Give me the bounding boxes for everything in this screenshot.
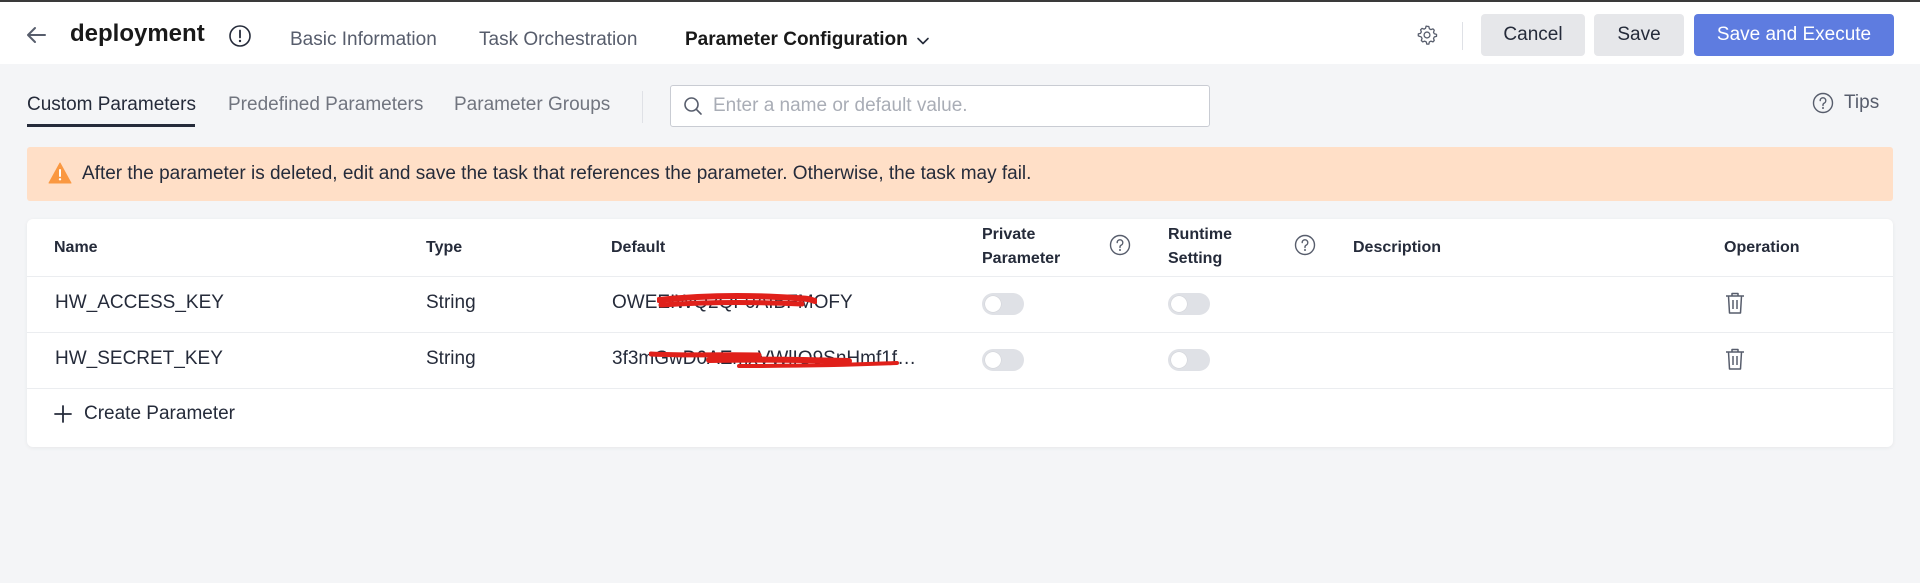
row-divider-line <box>27 332 1893 333</box>
gear-icon[interactable] <box>1416 24 1438 46</box>
column-header-name: Name <box>54 239 98 256</box>
subtab-divider <box>642 91 643 123</box>
param-name: HW_SECRET_KEY <box>55 348 223 369</box>
warning-alert: After the parameter is deleted, edit and… <box>27 147 1893 201</box>
header-divider-line <box>27 276 1893 277</box>
active-tab-indicator <box>27 124 195 127</box>
header-bar: deployment Basic Information Task Orches… <box>0 2 1920 64</box>
tab-task-orchestration[interactable]: Task Orchestration <box>479 29 637 51</box>
header-divider <box>1462 22 1463 50</box>
info-icon[interactable] <box>228 24 252 48</box>
search-icon <box>684 97 702 115</box>
column-header-private-parameter: Private Parameter <box>982 223 1060 271</box>
create-parameter-label: Create Parameter <box>84 403 236 424</box>
save-and-execute-button[interactable]: Save and Execute <box>1694 14 1894 56</box>
search-input[interactable] <box>713 86 1203 126</box>
private-parameter-toggle[interactable] <box>982 293 1024 315</box>
runtime-header-line1: Runtime <box>1168 226 1232 243</box>
back-arrow-icon[interactable] <box>24 23 48 47</box>
param-type: String <box>426 348 476 369</box>
runtime-setting-help-icon[interactable] <box>1294 234 1316 256</box>
save-button[interactable]: Save <box>1594 14 1684 56</box>
trash-icon[interactable] <box>1724 347 1746 371</box>
param-default: 3f3mGwD0AEmxVWlIO9SnHmf1f… <box>612 348 917 369</box>
cancel-button[interactable]: Cancel <box>1481 14 1585 56</box>
column-header-type: Type <box>426 239 463 256</box>
column-header-description: Description <box>1353 239 1442 256</box>
parameters-table: Name Type Default Private Parameter Runt… <box>27 219 1893 447</box>
tips-label: Tips <box>1844 92 1880 113</box>
column-header-runtime-setting: Runtime Setting <box>1168 223 1232 271</box>
private-header-line2: Parameter <box>982 250 1061 267</box>
column-header-operation: Operation <box>1724 239 1800 256</box>
alert-message: After the parameter is deleted, edit and… <box>82 163 1032 184</box>
chevron-down-icon[interactable] <box>916 34 930 48</box>
subtab-parameter-groups[interactable]: Parameter Groups <box>454 94 610 116</box>
column-header-default: Default <box>611 239 666 256</box>
create-parameter-button[interactable]: Create Parameter <box>53 403 235 425</box>
private-parameter-help-icon[interactable] <box>1109 234 1131 256</box>
param-name: HW_ACCESS_KEY <box>55 292 224 313</box>
tab-parameter-configuration[interactable]: Parameter Configuration <box>685 29 908 51</box>
trash-icon[interactable] <box>1724 291 1746 315</box>
plus-icon <box>54 405 72 423</box>
private-header-line1: Private <box>982 226 1036 243</box>
param-type: String <box>426 292 476 313</box>
search-box[interactable] <box>670 85 1210 127</box>
tips-link[interactable]: Tips <box>1812 92 1879 114</box>
tab-basic-information[interactable]: Basic Information <box>290 29 437 51</box>
runtime-setting-toggle[interactable] <box>1168 293 1210 315</box>
warning-icon <box>48 162 72 184</box>
runtime-header-line2: Setting <box>1168 250 1223 267</box>
subtab-predefined-parameters[interactable]: Predefined Parameters <box>228 94 423 116</box>
page-title: deployment <box>70 20 205 47</box>
help-icon <box>1812 92 1834 114</box>
runtime-setting-toggle[interactable] <box>1168 349 1210 371</box>
row-divider-line <box>27 388 1893 389</box>
subtab-custom-parameters[interactable]: Custom Parameters <box>27 94 196 116</box>
param-default: OWEEIWQ2QF0AIBFMOFY <box>612 292 853 313</box>
private-parameter-toggle[interactable] <box>982 349 1024 371</box>
